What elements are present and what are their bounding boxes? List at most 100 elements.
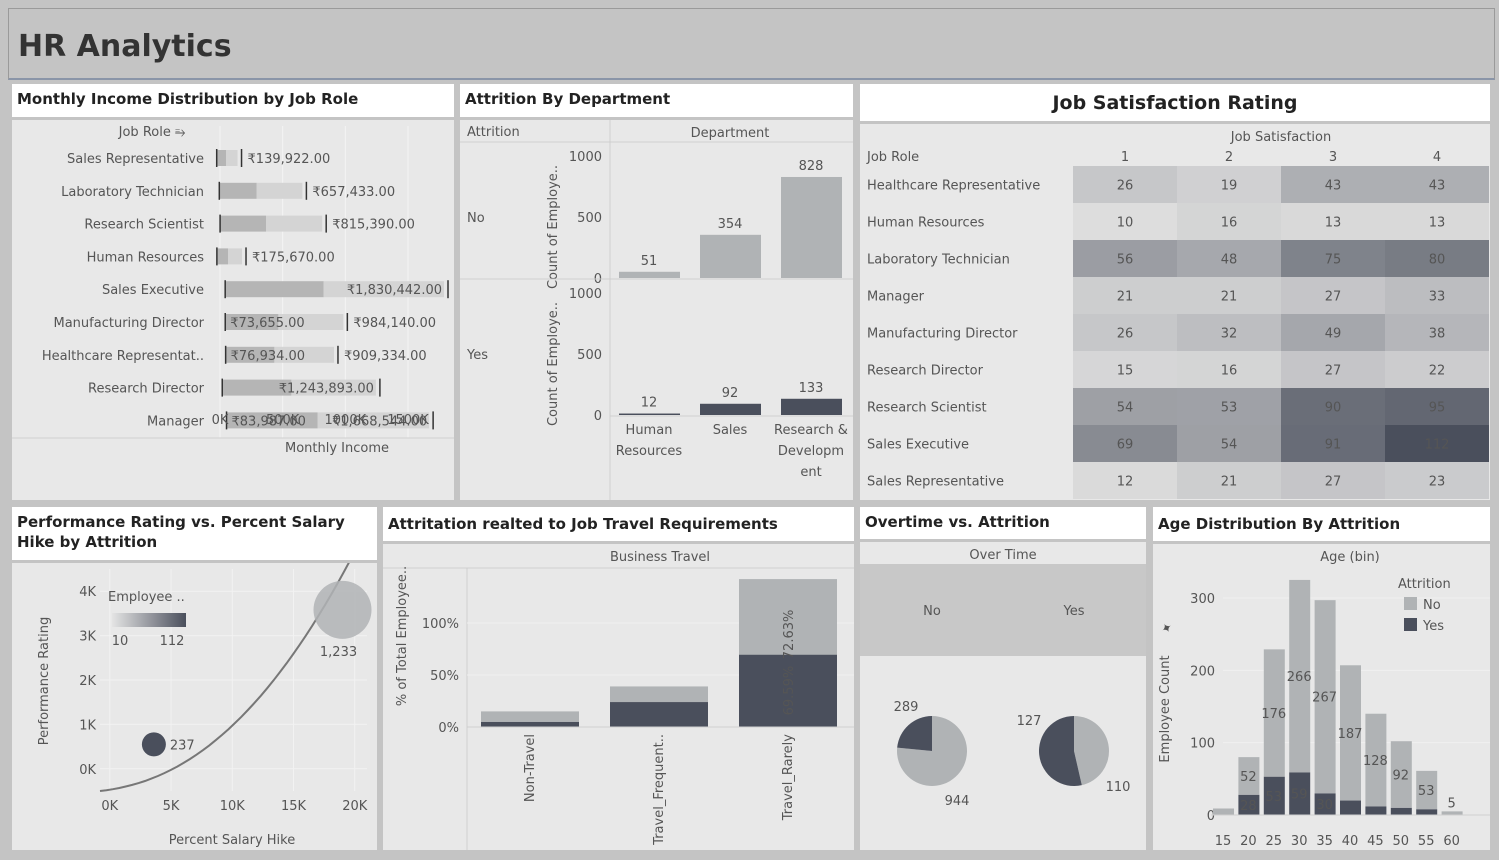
x-tick-label: 1500K xyxy=(387,413,429,428)
pin-icon: ✦ xyxy=(1159,620,1176,638)
bar-label-no: 52 xyxy=(1240,770,1257,785)
y-tick-label: 1K xyxy=(79,718,96,733)
bar xyxy=(619,413,680,415)
y-tick-label: 2K xyxy=(79,674,96,689)
y-tick-label: 1000 xyxy=(569,150,602,165)
x-tick-label: 0K xyxy=(212,413,229,428)
bar-label-yes: 30 xyxy=(1316,798,1333,813)
header-band xyxy=(860,564,1146,656)
y-tick-label: 500 xyxy=(577,348,602,363)
box-lower xyxy=(219,182,257,199)
category-label: Research & xyxy=(774,423,848,438)
cell-value: 54 xyxy=(1117,401,1134,416)
y-axis-title: Count of Employe.. xyxy=(546,165,561,289)
x-tick-label: 20K xyxy=(342,799,368,814)
cell-value: 10 xyxy=(1117,216,1134,231)
col-label: No xyxy=(923,604,941,619)
cell-value: 38 xyxy=(1429,327,1446,342)
cell-value: 95 xyxy=(1429,401,1446,416)
category-label: Laboratory Technician xyxy=(61,185,204,200)
age-chart[interactable]: Age (bin)0100200300Employee Count✦15 2028… xyxy=(1153,544,1490,850)
bar-label: 12 xyxy=(641,396,658,411)
travel-title: Attritation realted to Job Travel Requir… xyxy=(383,507,854,544)
cell-value: 112 xyxy=(1425,438,1450,453)
y-axis-title: % of Total Employee.. xyxy=(395,566,410,706)
job-sat-heatmap[interactable]: Job SatisfactionJob Role 1 2 3 4Healthcare R… xyxy=(860,124,1490,500)
cell-value: 15 xyxy=(1117,364,1134,379)
slice-label: 289 xyxy=(894,700,919,715)
bar xyxy=(700,234,761,278)
category-label: Developm xyxy=(778,444,844,459)
x-tick-label: 45 xyxy=(1367,834,1384,849)
col-label: 3 xyxy=(1329,150,1337,165)
row-label: Laboratory Technician xyxy=(867,253,1010,268)
attrition-dept-panel: Attrition By Department Attrition Departm… xyxy=(460,84,853,500)
cell-value: 26 xyxy=(1117,179,1134,194)
legend-title: Attrition xyxy=(1398,577,1451,592)
overtime-title: Overtime vs. Attrition xyxy=(860,507,1146,542)
job-sat-panel: Job Satisfaction Rating Job Satisfaction… xyxy=(860,84,1490,500)
income-chart[interactable]: Job Role ⥱ Sales Representative ₹139,922.0… xyxy=(12,120,454,500)
box-upper xyxy=(228,248,243,265)
max-label: ₹909,334.00 xyxy=(344,349,427,364)
category-label: Non-Travel xyxy=(523,734,538,802)
max-label: ₹815,390.00 xyxy=(332,218,415,233)
cell-value: 80 xyxy=(1429,253,1446,268)
legend-label: Yes xyxy=(1422,619,1444,634)
y-tick-label: 3K xyxy=(79,630,96,645)
col-label: Yes xyxy=(1063,604,1085,619)
box-lower xyxy=(225,281,324,298)
cell-value: 43 xyxy=(1429,179,1446,194)
slice-label: 127 xyxy=(1017,714,1042,729)
category-label: Resources xyxy=(616,444,683,459)
bar-yes xyxy=(1365,806,1387,815)
cell-value: 53 xyxy=(1221,401,1238,416)
y-tick-label: 0K xyxy=(79,763,96,778)
perf-scatter[interactable]: 0K 5K 10K 15K 20K 0K 1K 2K 3K 4K Percent Salary Hi… xyxy=(12,563,377,850)
cell-value: 23 xyxy=(1429,475,1446,490)
box-upper xyxy=(256,182,303,199)
col-header: Over Time xyxy=(969,548,1036,563)
bar-label-yes: 28 xyxy=(1240,799,1257,814)
bar-label: 51 xyxy=(641,254,658,269)
cell-value: 48 xyxy=(1221,253,1238,268)
travel-chart[interactable]: Business Travel 0% 50% 100% % of Total Emplo… xyxy=(383,544,854,850)
bar-no xyxy=(1213,808,1234,815)
x-tick-label: 1000K xyxy=(325,413,367,428)
bar-label-no: 266 xyxy=(1287,670,1312,685)
row-label: Research Scientist xyxy=(867,401,987,416)
bar-label-no: 176 xyxy=(1261,707,1286,722)
cell-value: 21 xyxy=(1221,475,1238,490)
x-tick-label: 500K xyxy=(266,413,300,428)
cell-value: 33 xyxy=(1429,290,1446,305)
row-label: No xyxy=(467,211,485,226)
category-label: ent xyxy=(800,465,821,480)
row-label: Manager xyxy=(867,290,925,305)
cell-value: 56 xyxy=(1117,253,1134,268)
row-label: Sales Representative xyxy=(867,475,1004,490)
max-label: ₹984,140.00 xyxy=(353,316,436,331)
x-tick-label: 5K xyxy=(163,799,180,814)
attrition-dept-chart[interactable]: Attrition Department No Count of Employe.. 0… xyxy=(460,120,853,500)
x-tick-label: 40 xyxy=(1342,834,1359,849)
category-label: Research Director xyxy=(88,382,205,397)
cell-value: 49 xyxy=(1325,327,1342,342)
cell-value: 90 xyxy=(1325,401,1342,416)
y-tick-label: 500 xyxy=(577,211,602,226)
col-label: 1 xyxy=(1121,150,1129,165)
y-tick-label: 0 xyxy=(594,409,602,424)
overtime-panel: Overtime vs. Attrition Over Time No 944 289… xyxy=(860,507,1146,850)
row-label: Yes xyxy=(466,348,488,363)
max-label: ₹175,670.00 xyxy=(252,250,335,265)
y-axis-title: Performance Rating xyxy=(37,617,52,745)
row-header: Attrition xyxy=(467,125,520,140)
category-label: Healthcare Representat.. xyxy=(42,349,204,364)
y-tick-label: 300 xyxy=(1190,592,1215,607)
overtime-chart[interactable]: Over Time No 944 289 Yes 110 127 xyxy=(860,542,1146,850)
income-panel: Monthly Income Distribution by Job Role … xyxy=(12,84,454,500)
slice-label: 944 xyxy=(945,794,970,809)
bar-label: 92 xyxy=(722,386,739,401)
row-label: Research Director xyxy=(867,364,984,379)
cell-value: 22 xyxy=(1429,364,1446,379)
bar-label: 828 xyxy=(799,159,824,174)
